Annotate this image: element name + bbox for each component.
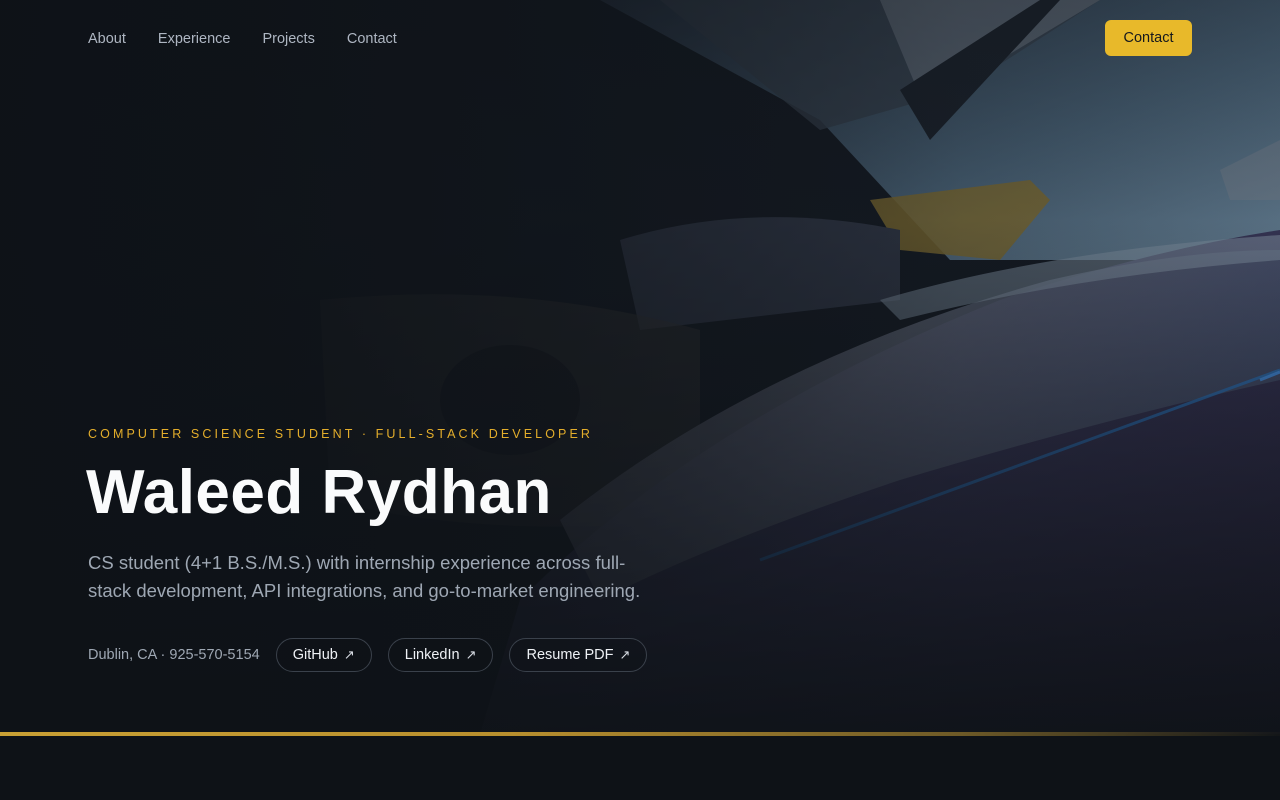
accent-divider <box>0 732 1280 736</box>
resume-pdf-link-label: Resume PDF <box>526 647 614 663</box>
nav-link-about[interactable]: About <box>88 30 126 48</box>
linkedin-link-label: LinkedIn <box>404 647 460 663</box>
external-link-arrow-icon: ↗ <box>465 647 477 663</box>
hero-name: Waleed Rydhan <box>86 458 552 527</box>
hero-summary: CS student (4+1 B.S./M.S.) with internsh… <box>88 552 641 601</box>
external-link-arrow-icon: ↗ <box>619 647 631 663</box>
location-phone: Dublin, CA · 925-570-5154 <box>88 647 260 663</box>
top-navigation: About Experience Projects Contact <box>88 30 397 48</box>
linkedin-link[interactable]: LinkedIn ↗ <box>387 638 494 672</box>
hero-eyebrow: COMPUTER SCIENCE STUDENT · FULL-STACK DE… <box>88 427 594 441</box>
nav-link-projects[interactable]: Projects <box>262 30 314 48</box>
nav-link-experience[interactable]: Experience <box>158 30 231 48</box>
hero-overlay <box>0 0 1280 734</box>
github-link[interactable]: GitHub ↗ <box>275 638 372 672</box>
external-link-arrow-icon: ↗ <box>343 647 355 663</box>
nav-link-contact[interactable]: Contact <box>347 30 397 48</box>
hero-section: About Experience Projects Contact Contac… <box>0 0 1280 734</box>
resume-pdf-link[interactable]: Resume PDF ↗ <box>509 638 648 672</box>
contact-button[interactable]: Contact <box>1105 20 1192 56</box>
hero-meta-row: Dublin, CA · 925-570-5154 GitHub ↗ Linke… <box>88 638 648 672</box>
github-link-label: GitHub <box>292 647 338 663</box>
